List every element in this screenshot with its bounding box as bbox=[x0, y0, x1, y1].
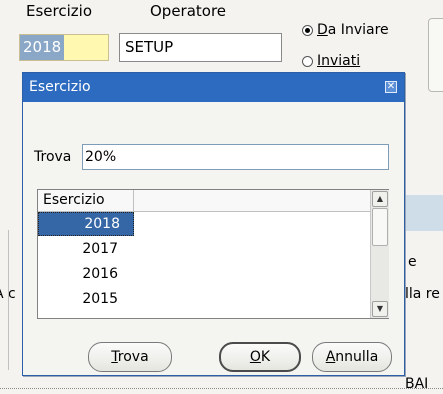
radio-da-inviare-label: Da Inviare bbox=[317, 22, 389, 38]
background-group-box bbox=[428, 18, 443, 92]
radio-inviati[interactable]: Inviati bbox=[302, 53, 360, 69]
scroll-up-icon[interactable]: ▲ bbox=[372, 191, 388, 207]
background-panel bbox=[404, 195, 443, 231]
close-icon[interactable]: ✕ bbox=[385, 81, 397, 93]
radio-inviati-label: Inviati bbox=[317, 53, 361, 69]
trova-button[interactable]: Trova bbox=[88, 342, 172, 372]
list-item[interactable]: 2017 bbox=[38, 237, 132, 261]
radio-unselected-icon bbox=[302, 55, 313, 67]
esercizio-lov-dialog: Esercizio ✕ Trova 20% Esercizio 2018 201… bbox=[22, 72, 405, 376]
find-label: Trova bbox=[34, 149, 72, 165]
esercizio-column-header: Esercizio bbox=[26, 2, 92, 20]
list-item[interactable]: 2018 bbox=[38, 212, 134, 236]
dialog-title: Esercizio bbox=[29, 79, 91, 95]
results-list[interactable]: Esercizio 2018 2017 2016 2015 ▲ ▼ bbox=[37, 189, 389, 319]
annulla-button[interactable]: Annulla bbox=[312, 342, 392, 372]
esercizio-list-column-header[interactable]: Esercizio bbox=[38, 190, 134, 211]
esercizio-field[interactable]: 2018 bbox=[19, 34, 109, 61]
operatore-field[interactable]: SETUP bbox=[119, 33, 282, 62]
list-item[interactable]: 2015 bbox=[38, 287, 132, 311]
operatore-column-header: Operatore bbox=[150, 2, 227, 20]
ok-button[interactable]: OK bbox=[219, 342, 301, 372]
list-header: Esercizio bbox=[38, 190, 370, 212]
scrollbar-thumb[interactable] bbox=[372, 208, 388, 246]
list-scrollbar[interactable]: ▲ ▼ bbox=[370, 190, 389, 318]
scroll-down-icon[interactable]: ▼ bbox=[372, 301, 388, 317]
list-item[interactable]: 2016 bbox=[38, 262, 132, 286]
dialog-titlebar[interactable]: Esercizio ✕ bbox=[23, 73, 404, 102]
find-input[interactable]: 20% bbox=[82, 144, 389, 170]
radio-selected-icon bbox=[302, 24, 313, 36]
background-text-fragment: lla re bbox=[405, 286, 440, 302]
background-divider bbox=[0, 230, 9, 370]
esercizio-field-value: 2018 bbox=[20, 35, 65, 60]
background-divider bbox=[0, 388, 443, 389]
radio-da-inviare[interactable]: Da Inviare bbox=[302, 22, 389, 38]
background-text-fragment: BAI bbox=[405, 376, 429, 392]
background-text-fragment: e bbox=[408, 254, 417, 270]
